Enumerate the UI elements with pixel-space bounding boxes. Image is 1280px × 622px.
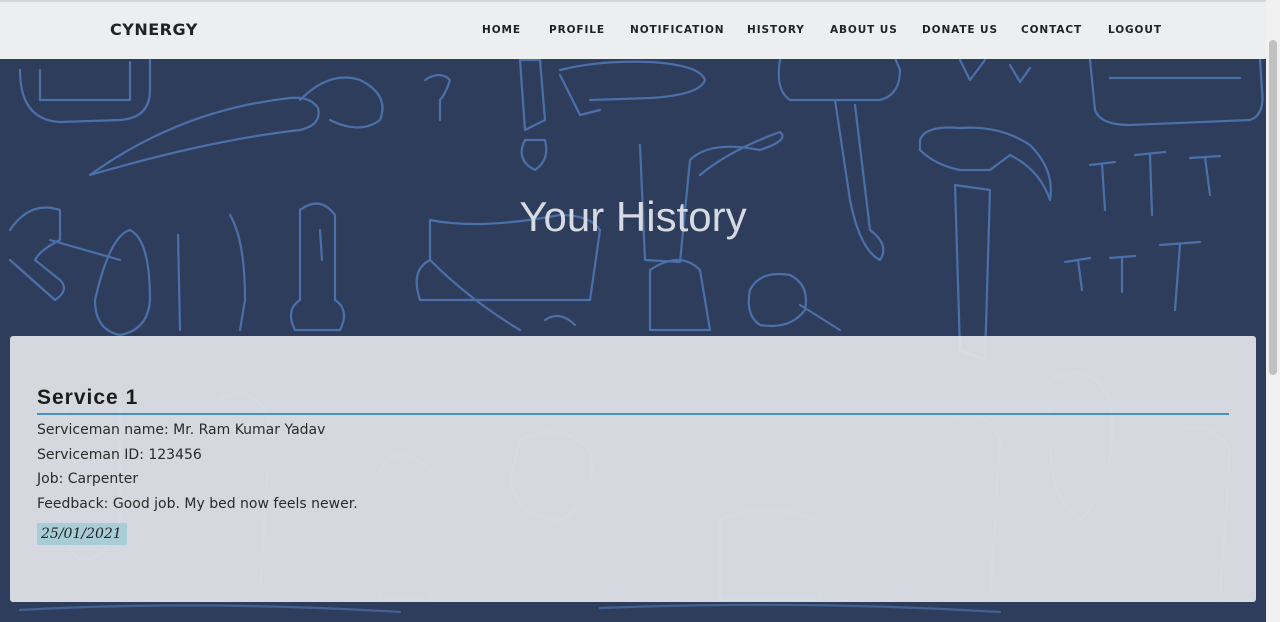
nav-logout-link[interactable]: LOGOUT xyxy=(1108,24,1162,36)
nav-about-us-link[interactable]: ABOUT US xyxy=(830,24,898,36)
nav-donate-us-link[interactable]: DONATE US xyxy=(922,24,998,36)
title-divider xyxy=(37,413,1229,415)
service-date-badge: 25/01/2021 xyxy=(37,523,127,545)
serviceman-id: Serviceman ID: 123456 xyxy=(37,447,202,463)
nav-history-link[interactable]: HISTORY xyxy=(747,24,805,36)
nav-home-link[interactable]: HOME xyxy=(482,24,521,36)
service-title: Service 1 xyxy=(37,386,139,409)
nav-notification-link[interactable]: NOTIFICATION xyxy=(630,24,724,36)
service-history-card: Service 1 Serviceman name: Mr. Ram Kumar… xyxy=(10,336,1256,602)
page-title: Your History xyxy=(519,193,747,240)
serviceman-name: Serviceman name: Mr. Ram Kumar Yadav xyxy=(37,422,326,438)
service-job: Job: Carpenter xyxy=(37,471,139,487)
nav-contact-link[interactable]: CONTACT xyxy=(1021,24,1082,36)
service-feedback: Feedback: Good job. My bed now feels new… xyxy=(37,496,358,512)
page-scrollbar[interactable] xyxy=(1266,0,1280,622)
scrollbar-thumb[interactable] xyxy=(1269,40,1277,375)
nav-profile-link[interactable]: PROFILE xyxy=(549,24,605,36)
nav-links: HOME PROFILE NOTIFICATION HISTORY ABOUT … xyxy=(0,24,1266,40)
top-navbar: CYNERGY HOME PROFILE NOTIFICATION HISTOR… xyxy=(0,0,1266,59)
